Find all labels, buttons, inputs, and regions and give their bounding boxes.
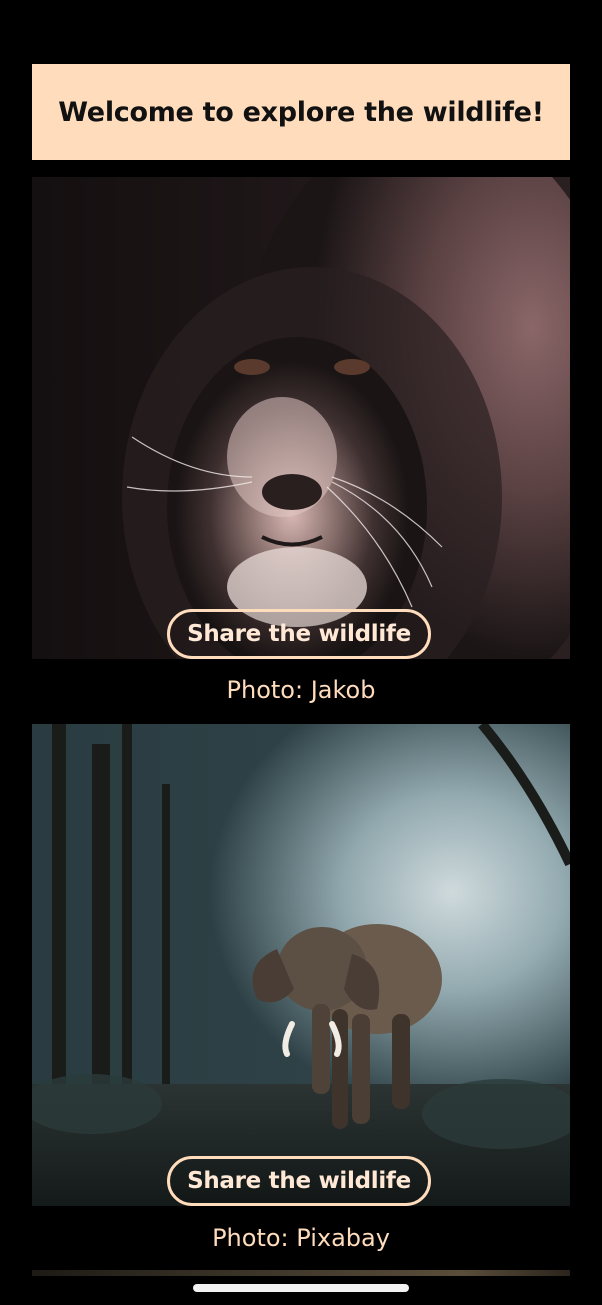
wildlife-card-lion: Share the wildlife xyxy=(32,177,570,659)
lion-photo xyxy=(32,177,570,659)
home-indicator[interactable] xyxy=(193,1284,409,1292)
wildlife-card-elephant: Share the wildlife xyxy=(32,724,570,1206)
next-card-peek xyxy=(32,1270,570,1276)
welcome-banner: Welcome to explore the wildlife! xyxy=(32,64,570,160)
photo-credit-lion: Photo: Jakob xyxy=(226,676,376,704)
elephant-photo xyxy=(32,724,570,1206)
welcome-title: Welcome to explore the wildlife! xyxy=(58,96,544,128)
share-button-elephant[interactable]: Share the wildlife xyxy=(167,1156,431,1206)
photo-credit-elephant: Photo: Pixabay xyxy=(212,1224,390,1252)
share-button-lion[interactable]: Share the wildlife xyxy=(167,609,431,659)
